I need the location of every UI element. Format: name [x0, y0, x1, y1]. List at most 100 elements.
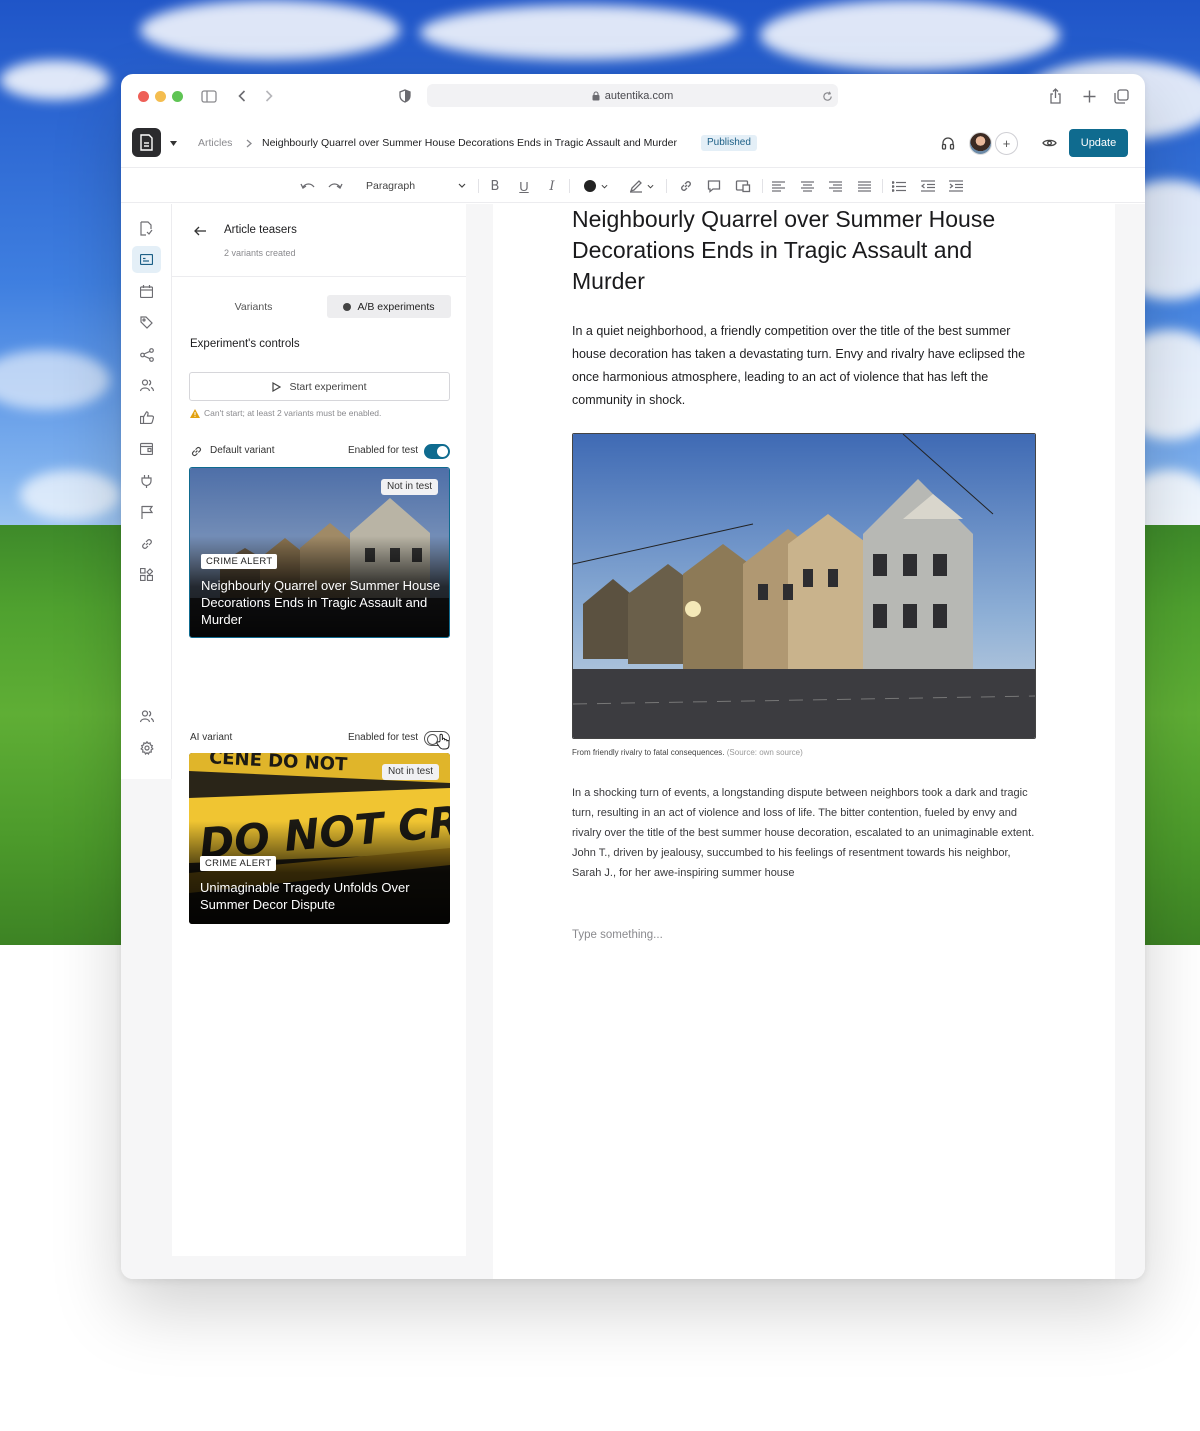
article-body[interactable]: In a shocking turn of events, a longstan…: [572, 783, 1042, 883]
indent-icon[interactable]: [947, 169, 965, 203]
minimize-window-button[interactable]: [155, 91, 166, 102]
panel-tabs: Variants A/B experiments: [192, 295, 452, 318]
back-icon[interactable]: [235, 88, 249, 104]
breadcrumb-current: Neighbourly Quarrel over Summer House De…: [262, 137, 677, 149]
ai-variant-card[interactable]: DO NOT CROSS CENE DO NOT Not in test CRI…: [189, 753, 450, 924]
houses-photo: [573, 434, 1035, 738]
rail-share-icon[interactable]: [132, 341, 161, 368]
color-swatch-icon: [584, 180, 596, 192]
default-variant-row: Default variant Enabled for test: [190, 444, 450, 460]
app-header: Articles Neighbourly Quarrel over Summer…: [121, 118, 1145, 168]
rail-team-icon[interactable]: [132, 703, 161, 730]
rail-like-icon[interactable]: [132, 404, 161, 431]
address-bar[interactable]: autentika.com: [427, 84, 838, 107]
caption-source: (Source: own source): [726, 748, 803, 757]
rail-settings-icon[interactable]: [132, 734, 161, 761]
default-variant-label: Default variant: [210, 445, 275, 456]
play-icon: [272, 381, 282, 392]
new-tab-icon[interactable]: [1081, 88, 1097, 104]
left-rail: [121, 204, 172, 779]
paragraph-style-select[interactable]: Paragraph: [366, 169, 466, 203]
caret-down-icon[interactable]: [167, 138, 179, 148]
default-variant-card[interactable]: Not in test CRIME ALERT Neighbourly Quar…: [189, 467, 450, 638]
text-color-picker[interactable]: [580, 169, 612, 203]
back-arrow-icon[interactable]: [192, 224, 208, 238]
start-experiment-button[interactable]: Start experiment: [189, 372, 450, 401]
browser-chrome: autentika.com: [121, 74, 1145, 118]
bullet-list-icon[interactable]: [890, 169, 908, 203]
chevron-down-icon: [601, 184, 608, 189]
rail-link-icon[interactable]: [132, 530, 161, 557]
panel-subtitle: 2 variants created: [224, 248, 296, 258]
crime-alert-tag: CRIME ALERT: [201, 554, 278, 569]
bold-icon[interactable]: B: [487, 169, 503, 203]
default-variant-toggle-label: Enabled for test: [347, 445, 418, 456]
default-variant-toggle[interactable]: [424, 444, 450, 459]
rail-calendar-icon[interactable]: [132, 278, 161, 305]
redo-icon[interactable]: [325, 169, 345, 203]
rail-plugin-icon[interactable]: [132, 467, 161, 494]
forward-icon[interactable]: [262, 88, 276, 104]
article-title[interactable]: Neighbourly Quarrel over Summer House De…: [572, 204, 1042, 297]
maximize-window-button[interactable]: [172, 91, 183, 102]
dot-icon: [343, 302, 352, 311]
tab-variants[interactable]: Variants: [192, 295, 315, 318]
underline-icon[interactable]: U: [516, 169, 532, 203]
tab-ab-experiments[interactable]: A/B experiments: [327, 295, 451, 318]
rail-tag-icon[interactable]: [132, 309, 161, 336]
start-experiment-label: Start experiment: [289, 380, 367, 393]
reload-icon[interactable]: [821, 90, 833, 102]
tabs-overview-icon[interactable]: [1113, 88, 1129, 104]
warning-text: Can't start; at least 2 variants must be…: [204, 408, 382, 418]
align-right-icon[interactable]: [826, 169, 844, 203]
teasers-panel-wrap: Article teasers 2 variants created Varia…: [172, 204, 493, 1279]
italic-icon[interactable]: I: [544, 169, 560, 203]
status-badge: Published: [701, 135, 757, 151]
rail-blocks-icon[interactable]: [132, 561, 161, 588]
avatar[interactable]: [969, 132, 992, 155]
app-logo[interactable]: [132, 128, 161, 157]
rail-footer: [121, 779, 172, 1279]
link-icon[interactable]: [678, 169, 694, 203]
rail-folder-icon[interactable]: [132, 435, 161, 462]
not-in-test-badge: Not in test: [380, 479, 438, 495]
breadcrumb-articles[interactable]: Articles: [198, 137, 232, 149]
preview-eye-icon[interactable]: [1041, 135, 1057, 151]
embed-icon[interactable]: [734, 169, 752, 203]
share-icon[interactable]: [1047, 87, 1063, 104]
url-text: autentika.com: [604, 89, 674, 102]
align-left-icon[interactable]: [769, 169, 787, 203]
experiment-warning: Can't start; at least 2 variants must be…: [190, 408, 381, 418]
article-editor[interactable]: Neighbourly Quarrel over Summer House De…: [493, 204, 1115, 1279]
rail-flag-icon[interactable]: [132, 498, 161, 525]
rail-teasers-icon[interactable]: [132, 246, 161, 273]
article-hero-image[interactable]: [572, 433, 1036, 739]
ai-variant-row: AI variant Enabled for test: [190, 731, 450, 750]
comment-icon[interactable]: [706, 169, 722, 203]
rail-article-icon[interactable]: [132, 215, 161, 242]
ai-variant-label: AI variant: [190, 732, 233, 743]
panel-title: Article teasers: [224, 224, 297, 236]
headphones-icon[interactable]: [940, 135, 956, 151]
add-collaborator-button[interactable]: +: [995, 132, 1018, 155]
image-caption[interactable]: From friendly rivalry to fatal consequen…: [572, 748, 803, 757]
rail-authors-icon[interactable]: [132, 372, 161, 399]
outdent-icon[interactable]: [919, 169, 937, 203]
update-button[interactable]: Update: [1069, 129, 1128, 157]
align-center-icon[interactable]: [798, 169, 816, 203]
sidebar-toggle-icon[interactable]: [201, 88, 217, 104]
ai-teaser-title: Unimaginable Tragedy Unfolds Over Summer…: [200, 880, 410, 912]
highlight-picker[interactable]: [625, 169, 657, 203]
align-justify-icon[interactable]: [855, 169, 873, 203]
shield-icon[interactable]: [398, 88, 412, 104]
new-block-placeholder[interactable]: Type something...: [572, 929, 663, 941]
chevron-down-icon: [647, 184, 653, 189]
editor-toolbar: Paragraph B U I: [121, 169, 1145, 203]
hand-cursor-icon: [436, 733, 450, 750]
undo-icon[interactable]: [297, 169, 317, 203]
paragraph-style-value: Paragraph: [366, 180, 416, 192]
article-lead[interactable]: In a quiet neighborhood, a friendly comp…: [572, 320, 1042, 412]
ai-variant-toggle-label: Enabled for test: [347, 732, 418, 743]
close-window-button[interactable]: [138, 91, 149, 102]
pen-icon: [629, 180, 642, 193]
